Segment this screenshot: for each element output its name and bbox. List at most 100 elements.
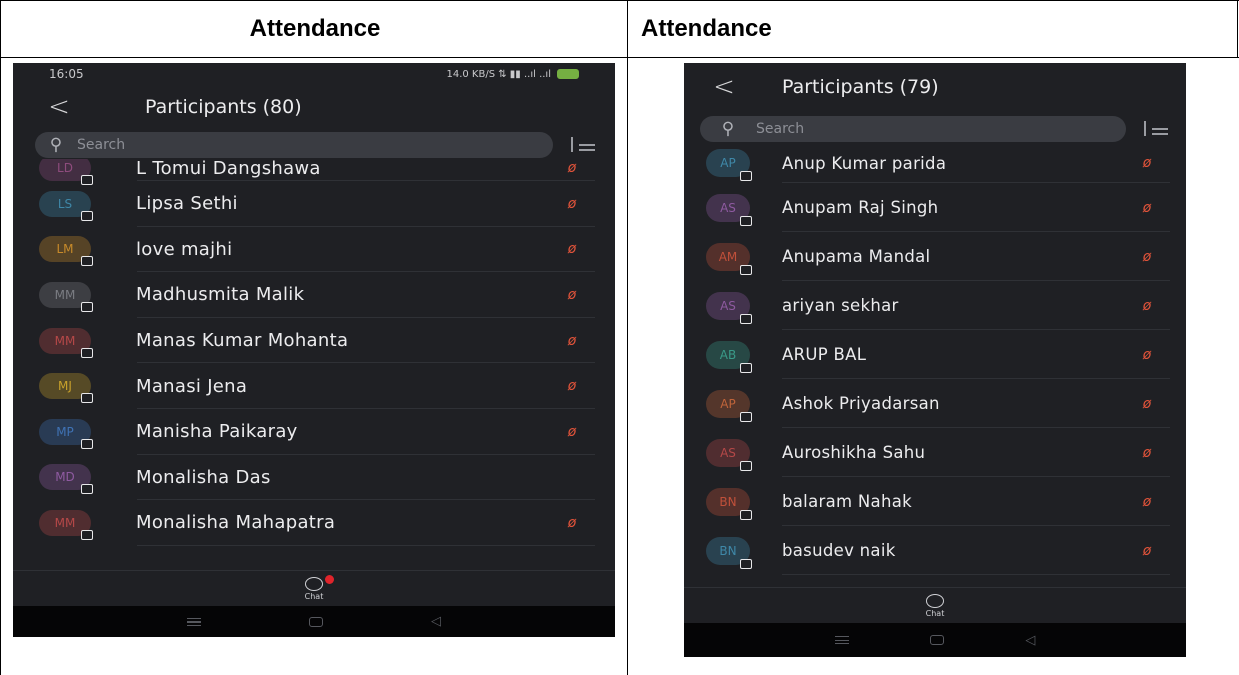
participants-title: Participants (80): [145, 96, 302, 118]
muted-mic-icon[interactable]: ø: [1132, 298, 1162, 314]
participant-row[interactable]: LM love majhi ø: [13, 227, 615, 273]
participant-row[interactable]: AS Auroshikha Sahu ø: [684, 428, 1186, 477]
muted-mic-icon[interactable]: ø: [557, 241, 587, 257]
participant-row[interactable]: MM Monalisha Mahapatra ø: [13, 500, 615, 546]
status-bar: 16:05 14.0 KB/S ⇅ ▮▮ ..ıl ..ıl: [13, 63, 615, 85]
search-input[interactable]: ⚲ Search: [35, 132, 553, 158]
menu-icon[interactable]: [187, 617, 201, 626]
muted-mic-icon[interactable]: ø: [557, 424, 587, 440]
chat-button[interactable]: Chat: [684, 587, 1186, 623]
avatar: LS: [39, 190, 93, 221]
participant-row[interactable]: MJ Manasi Jena ø: [13, 363, 615, 409]
muted-mic-icon[interactable]: ø: [557, 160, 587, 176]
sort-list-icon[interactable]: [1144, 121, 1168, 137]
network-status-text: 14.0 KB/S ⇅ ▮▮ ..ıl ..ıl: [446, 68, 551, 80]
participant-row[interactable]: MM Madhusmita Malik ø: [13, 272, 615, 318]
chat-bubble-icon: [305, 574, 334, 591]
avatar: AM: [706, 242, 752, 275]
avatar: AP: [706, 149, 752, 181]
muted-mic-icon[interactable]: ø: [1132, 347, 1162, 363]
home-icon[interactable]: [929, 635, 944, 645]
search-placeholder: Search: [77, 137, 126, 153]
video-off-icon: [81, 347, 93, 358]
avatar: BN: [706, 487, 752, 520]
muted-mic-icon[interactable]: ø: [1132, 543, 1162, 559]
avatar: MM: [39, 281, 93, 312]
participant-row[interactable]: AP Ashok Priyadarsan ø: [684, 379, 1186, 428]
participant-row[interactable]: MDMonalisha Dasø: [13, 455, 615, 501]
video-off-icon: [740, 171, 752, 181]
avatar: BN: [706, 536, 752, 569]
participant-row[interactable]: LD L Tomui Dangshawa ø: [13, 159, 615, 185]
avatar: LD: [39, 159, 93, 185]
table-border-header: [0, 57, 1239, 58]
participant-row[interactable]: MM Manas Kumar Mohanta ø: [13, 318, 615, 364]
participant-row[interactable]: AB ARUP BAL ø: [684, 330, 1186, 379]
video-off-icon: [740, 264, 752, 275]
participant-row[interactable]: LS Lipsa Sethi ø: [13, 181, 615, 227]
participant-row[interactable]: AS Anupam Raj Singh ø: [684, 183, 1186, 232]
muted-mic-icon[interactable]: ø: [557, 287, 587, 303]
avatar: AS: [706, 193, 752, 226]
back-triangle-icon[interactable]: ◁: [431, 614, 441, 629]
participant-row[interactable]: BN balaram Nahak ø: [684, 477, 1186, 526]
participant-name: Manasi Jena: [136, 375, 248, 397]
muted-mic-icon[interactable]: ø: [1132, 200, 1162, 216]
avatar-initials: LM: [56, 242, 74, 257]
table-border-middle: [627, 0, 628, 675]
avatar-initials: AS: [720, 200, 736, 215]
muted-mic-icon[interactable]: ø: [1132, 494, 1162, 510]
participant-row[interactable]: MP Manisha Paikaray ø: [13, 409, 615, 455]
top-bar: < Participants (80): [13, 87, 615, 127]
muted-mic-icon[interactable]: ø: [1132, 249, 1162, 265]
home-icon[interactable]: [309, 616, 323, 627]
top-bar: < Participants (79): [684, 65, 1186, 109]
search-input[interactable]: ⚲ Search: [700, 116, 1126, 142]
avatar-initials: BN: [719, 543, 737, 558]
avatar: MM: [39, 327, 93, 358]
avatar-initials: AP: [720, 156, 736, 170]
status-icons: 14.0 KB/S ⇅ ▮▮ ..ıl ..ıl: [446, 69, 579, 80]
muted-mic-icon[interactable]: ø: [557, 333, 587, 349]
muted-mic-icon[interactable]: ø: [1132, 396, 1162, 412]
muted-mic-icon[interactable]: ø: [557, 378, 587, 394]
right-phone-screenshot: < Participants (79) ⚲ Search AP Anup Kuma…: [684, 63, 1186, 657]
search-icon: ⚲: [49, 135, 63, 155]
participant-name: Ashok Priyadarsan: [782, 394, 940, 413]
avatar-initials: AS: [720, 298, 736, 313]
participant-name: balaram Nahak: [782, 492, 912, 511]
muted-mic-icon[interactable]: ø: [1132, 155, 1162, 171]
muted-mic-icon[interactable]: ø: [557, 515, 587, 531]
participant-row[interactable]: BN basudev naik ø: [684, 526, 1186, 575]
muted-mic-icon[interactable]: ø: [1132, 445, 1162, 461]
avatar-initials: AP: [720, 396, 736, 411]
back-triangle-icon[interactable]: ◁: [1025, 633, 1035, 648]
table-border-top: [0, 0, 1239, 1]
video-off-icon: [81, 210, 93, 221]
avatar: AB: [706, 340, 752, 373]
right-column-header: Attendance: [641, 15, 772, 42]
participant-name: Anupama Mandal: [782, 247, 931, 266]
participant-row[interactable]: AP Anup Kumar parida ø: [684, 143, 1186, 183]
participant-row[interactable]: AM Anupama Mandal ø: [684, 232, 1186, 281]
chevron-left-icon[interactable]: <: [23, 92, 95, 122]
search-placeholder: Search: [756, 121, 805, 137]
chevron-left-icon[interactable]: <: [684, 72, 764, 102]
participant-name: Auroshikha Sahu: [782, 443, 926, 462]
avatar-initials: MP: [56, 424, 74, 439]
participant-name: Manas Kumar Mohanta: [136, 330, 349, 352]
participant-name: basudev naik: [782, 541, 896, 560]
muted-mic-icon[interactable]: ø: [557, 196, 587, 212]
video-off-icon: [81, 256, 93, 267]
avatar-initials: AS: [720, 445, 736, 460]
participant-name: Lipsa Sethi: [136, 193, 238, 215]
video-off-icon: [740, 411, 752, 422]
sort-list-icon[interactable]: [571, 137, 595, 153]
participant-row[interactable]: AS ariyan sekhar ø: [684, 281, 1186, 330]
video-off-icon: [81, 484, 93, 495]
menu-icon[interactable]: [834, 636, 849, 644]
avatar: MP: [39, 418, 93, 449]
avatar-initials: BN: [719, 494, 737, 509]
chat-button[interactable]: Chat: [13, 570, 615, 606]
avatar-initials: AM: [718, 249, 738, 264]
